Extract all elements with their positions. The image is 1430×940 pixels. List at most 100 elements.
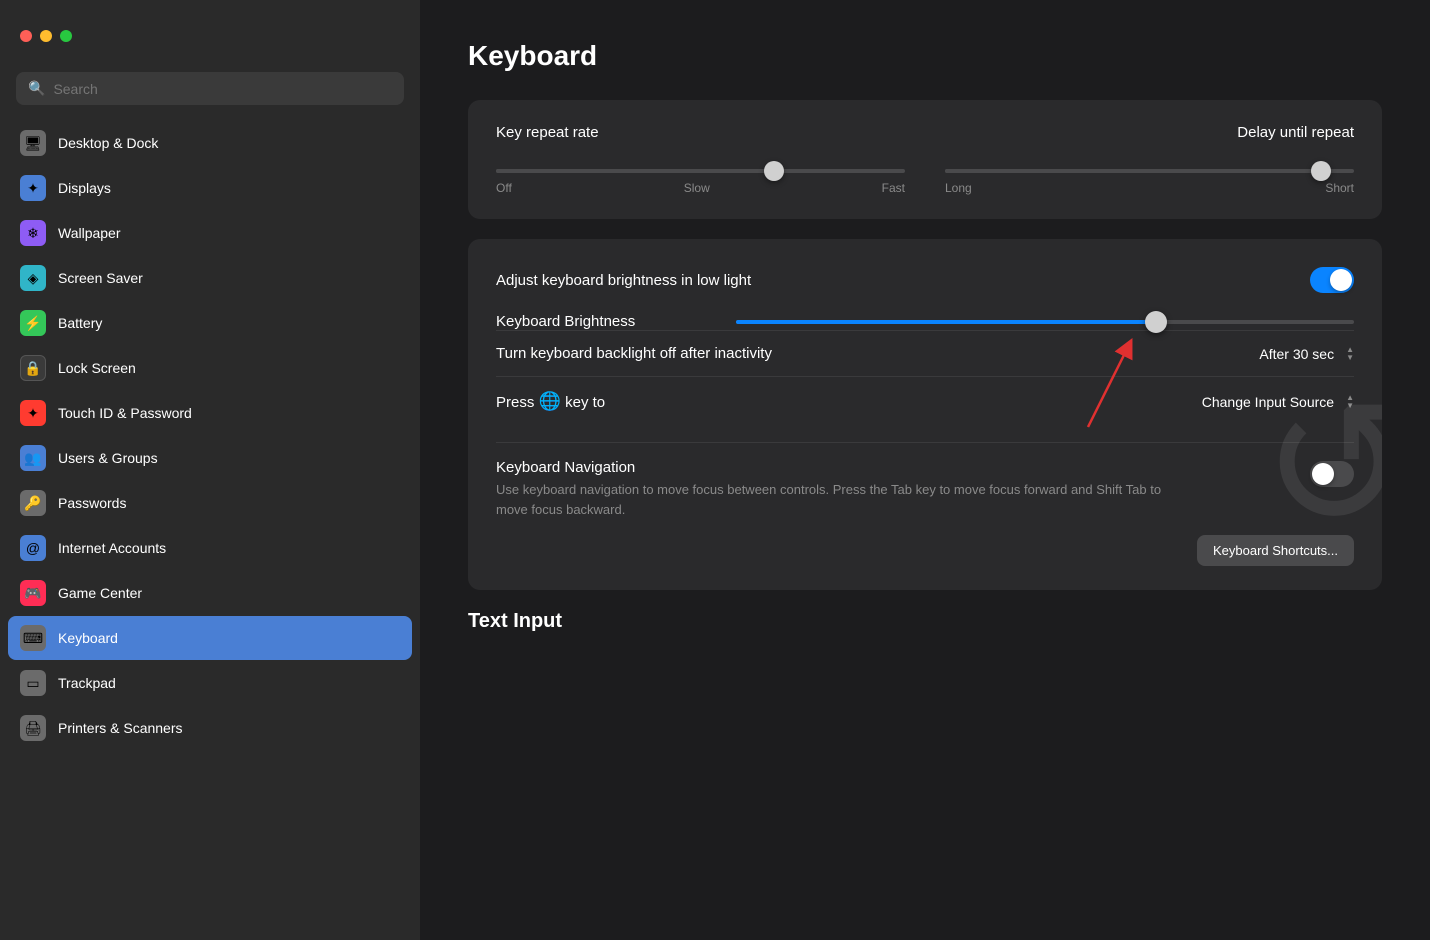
delay-track (945, 169, 1354, 173)
brightness-slider-container (736, 320, 1354, 324)
close-button[interactable] (20, 30, 32, 42)
delay-slider-section: Long Short (945, 161, 1354, 195)
brightness-thumb[interactable] (1145, 311, 1167, 333)
sidebar-label-game-center: Game Center (58, 585, 142, 601)
key-repeat-card: Key repeat rate Delay until repeat Off S… (468, 100, 1382, 219)
battery-icon: ⚡ (20, 310, 46, 336)
key-repeat-thumb[interactable] (764, 161, 784, 181)
search-input[interactable] (53, 81, 392, 97)
sidebar-label-touch-id: Touch ID & Password (58, 405, 192, 421)
stepper-down: ▼ (1346, 354, 1354, 362)
brightness-toggle-knob (1330, 269, 1352, 291)
sidebar-item-keyboard[interactable]: ⌨ Keyboard (8, 616, 412, 660)
globe-key-label: Press 🌐 key to (496, 391, 605, 412)
sidebar-label-internet-accounts: Internet Accounts (58, 540, 166, 556)
sidebar-item-internet-accounts[interactable]: @ Internet Accounts (8, 526, 412, 570)
key-repeat-label: Key repeat rate (496, 124, 599, 141)
brightness-card: ↺ Adjust keyboard brightness in low ligh… (468, 239, 1382, 590)
sidebar-item-touch-id[interactable]: ✦ Touch ID & Password (8, 391, 412, 435)
globe-stepper-down: ▼ (1346, 402, 1354, 410)
sidebar-item-displays[interactable]: ✦ Displays (8, 166, 412, 210)
search-icon: 🔍 (28, 80, 45, 97)
sidebar-label-passwords: Passwords (58, 495, 126, 511)
main-content: Keyboard Key repeat rate Delay until rep… (420, 0, 1430, 940)
delay-short-label: Short (1325, 181, 1354, 195)
displays-icon: ✦ (20, 175, 46, 201)
brightness-toggle-row: Adjust keyboard brightness in low light (496, 263, 1354, 297)
sidebar-item-printers-scanners[interactable]: 🖨 Printers & Scanners (8, 706, 412, 750)
sidebar-label-keyboard: Keyboard (58, 630, 118, 646)
text-input-title: Text Input (468, 610, 1382, 633)
sidebar-label-screen-saver: Screen Saver (58, 270, 143, 286)
key-repeat-track (496, 169, 905, 173)
nav-toggle[interactable] (1310, 461, 1354, 487)
minimize-button[interactable] (40, 30, 52, 42)
users-groups-icon: 👥 (20, 445, 46, 471)
globe-key-row: Press 🌐 key to Change Input Source ▲ ▼ (496, 376, 1354, 426)
sidebar-label-wallpaper: Wallpaper (58, 225, 121, 241)
sidebar-item-trackpad[interactable]: ▭ Trackpad (8, 661, 412, 705)
keyboard-shortcuts-button[interactable]: Keyboard Shortcuts... (1197, 535, 1354, 566)
sidebar-item-passwords[interactable]: 🔑 Passwords (8, 481, 412, 525)
sidebar-label-desktop-dock: Desktop & Dock (58, 135, 158, 151)
key-repeat-slider-labels: Off Slow Fast (496, 181, 905, 195)
printers-scanners-icon: 🖨 (20, 715, 46, 741)
sidebar-item-screen-saver[interactable]: ◈ Screen Saver (8, 256, 412, 300)
passwords-icon: 🔑 (20, 490, 46, 516)
trackpad-icon: ▭ (20, 670, 46, 696)
screen-saver-icon: ◈ (20, 265, 46, 291)
lock-screen-icon: 🔒 (20, 355, 46, 381)
brightness-slider-label: Keyboard Brightness (496, 313, 716, 330)
delay-thumb[interactable] (1311, 161, 1331, 181)
sidebar-label-trackpad: Trackpad (58, 675, 116, 691)
brightness-toggle-label: Adjust keyboard brightness in low light (496, 272, 751, 289)
inactivity-select[interactable]: After 30 sec ▲ ▼ (1259, 346, 1354, 362)
brightness-slider-row: Keyboard Brightness (496, 313, 1354, 330)
keyboard-nav-section: Keyboard Navigation Use keyboard navigat… (496, 442, 1354, 566)
sidebar-item-game-center[interactable]: 🎮 Game Center (8, 571, 412, 615)
sliders-wrapper: Off Slow Fast Long Short (496, 161, 1354, 195)
repeat-off-label: Off (496, 181, 512, 195)
delay-repeat-label: Delay until repeat (1237, 124, 1354, 141)
repeat-slow-label: Slow (684, 181, 710, 195)
brightness-filled (736, 320, 1156, 324)
titlebar (0, 0, 420, 72)
touch-id-icon: ✦ (20, 400, 46, 426)
delay-long-label: Long (945, 181, 972, 195)
nav-toggle-knob (1312, 463, 1334, 485)
sidebar-label-lock-screen: Lock Screen (58, 360, 136, 376)
nav-title: Keyboard Navigation (496, 459, 1176, 476)
internet-accounts-icon: @ (20, 535, 46, 561)
globe-key-select[interactable]: Change Input Source ▲ ▼ (1202, 394, 1354, 410)
delay-slider-labels: Long Short (945, 181, 1354, 195)
sidebar-label-printers-scanners: Printers & Scanners (58, 720, 183, 736)
nav-title-row: Keyboard Navigation Use keyboard navigat… (496, 459, 1354, 519)
nav-desc: Use keyboard navigation to move focus be… (496, 480, 1176, 519)
keyboard-icon: ⌨ (20, 625, 46, 651)
globe-key-stepper[interactable]: ▲ ▼ (1346, 394, 1354, 410)
inactivity-value: After 30 sec (1259, 346, 1334, 362)
sidebar-list: 🖥Desktop & Dock ✦ Displays ❄Wallpaper ◈ Scree… (0, 117, 420, 940)
search-bar[interactable]: 🔍 (16, 72, 404, 105)
inactivity-row: Turn keyboard backlight off after inacti… (496, 330, 1354, 376)
repeat-fast-label: Fast (882, 181, 905, 195)
inactivity-label: Turn keyboard backlight off after inacti… (496, 345, 772, 362)
inactivity-stepper[interactable]: ▲ ▼ (1346, 346, 1354, 362)
sidebar-item-desktop-dock[interactable]: 🖥Desktop & Dock (8, 121, 412, 165)
game-center-icon: 🎮 (20, 580, 46, 606)
shortcuts-button-row: Keyboard Shortcuts... (496, 535, 1354, 566)
sidebar-item-wallpaper[interactable]: ❄Wallpaper (8, 211, 412, 255)
sidebar-label-displays: Displays (58, 180, 111, 196)
maximize-button[interactable] (60, 30, 72, 42)
sidebar-label-battery: Battery (58, 315, 102, 331)
brightness-toggle[interactable] (1310, 267, 1354, 293)
globe-key-value: Change Input Source (1202, 394, 1334, 410)
sidebar-item-battery[interactable]: ⚡ Battery (8, 301, 412, 345)
sidebar: 🔍 🖥Desktop & Dock ✦ Displays ❄Wallpaper ◈ Scr… (0, 0, 420, 940)
brightness-track (736, 320, 1354, 324)
sidebar-item-lock-screen[interactable]: 🔒 Lock Screen (8, 346, 412, 390)
nav-text-block: Keyboard Navigation Use keyboard navigat… (496, 459, 1176, 519)
sidebar-label-users-groups: Users & Groups (58, 450, 158, 466)
sidebar-item-users-groups[interactable]: 👥 Users & Groups (8, 436, 412, 480)
key-repeat-slider-section: Off Slow Fast (496, 161, 905, 195)
